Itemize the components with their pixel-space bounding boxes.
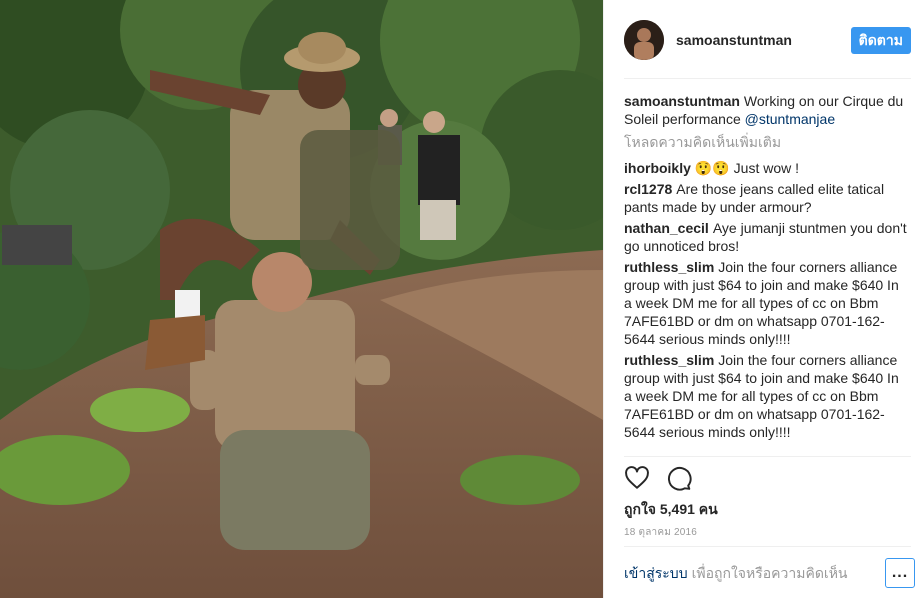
- comment-username[interactable]: ruthless_slim: [624, 352, 714, 368]
- avatar[interactable]: [624, 20, 664, 60]
- follow-button[interactable]: ติดตาม: [850, 26, 911, 54]
- login-prompt-text: เพื่อถูกใจหรือความคิดเห็น: [691, 565, 848, 581]
- likes-count[interactable]: ถูกใจ 5,491 คน: [624, 499, 718, 521]
- list-item: ruthless_slim Join the four corners allia…: [624, 258, 907, 348]
- comment-icon: [668, 466, 692, 491]
- comment-username[interactable]: rcl1278: [624, 181, 672, 197]
- post-photo-illustration: [0, 0, 603, 598]
- comment-button[interactable]: [666, 465, 692, 491]
- load-more-comments-button[interactable]: โหลดความคิดเห็นเพิ่มเติม: [624, 133, 907, 151]
- comment-text: 😲😲 Just wow !: [694, 160, 800, 176]
- avatar-image: [624, 20, 664, 60]
- header-divider: [624, 78, 911, 79]
- list-item: ihorboikly 😲😲 Just wow !: [624, 159, 907, 177]
- caption-mention[interactable]: @stuntmanjae: [745, 111, 835, 127]
- post-date[interactable]: 18 ตุลาคม 2016: [624, 525, 697, 540]
- comment-username[interactable]: ruthless_slim: [624, 259, 714, 275]
- caption-username[interactable]: samoanstuntman: [624, 93, 740, 109]
- list-item: rcl1278 Are those jeans called elite tati…: [624, 180, 907, 216]
- list-item: nathan_cecil Aye jumanji stuntmen you don…: [624, 219, 907, 255]
- more-options-button[interactable]: ...: [885, 558, 915, 588]
- heart-icon: [625, 466, 649, 489]
- actions-divider: [624, 456, 911, 457]
- comment-username[interactable]: nathan_cecil: [624, 220, 709, 236]
- post-side-panel: samoanstuntman ติดตาม samoanstuntman Work…: [603, 0, 919, 598]
- post-photo[interactable]: [0, 0, 603, 598]
- post-header: samoanstuntman ติดตาม: [624, 18, 911, 62]
- comments-list: samoanstuntman Working on our Cirque du S…: [624, 92, 907, 444]
- header-username[interactable]: samoanstuntman: [676, 32, 792, 48]
- like-button[interactable]: [624, 465, 650, 491]
- caption: samoanstuntman Working on our Cirque du S…: [624, 92, 907, 128]
- list-item: ruthless_slim Join the four corners allia…: [624, 351, 907, 441]
- comment-username[interactable]: ihorboikly: [624, 160, 691, 176]
- login-link[interactable]: เข้าสู่ระบบ: [624, 563, 688, 585]
- post-actions: [624, 464, 708, 492]
- footer-divider: [624, 546, 911, 547]
- login-prompt: เข้าสู่ระบบ เพื่อถูกใจหรือความคิดเห็น: [624, 562, 911, 586]
